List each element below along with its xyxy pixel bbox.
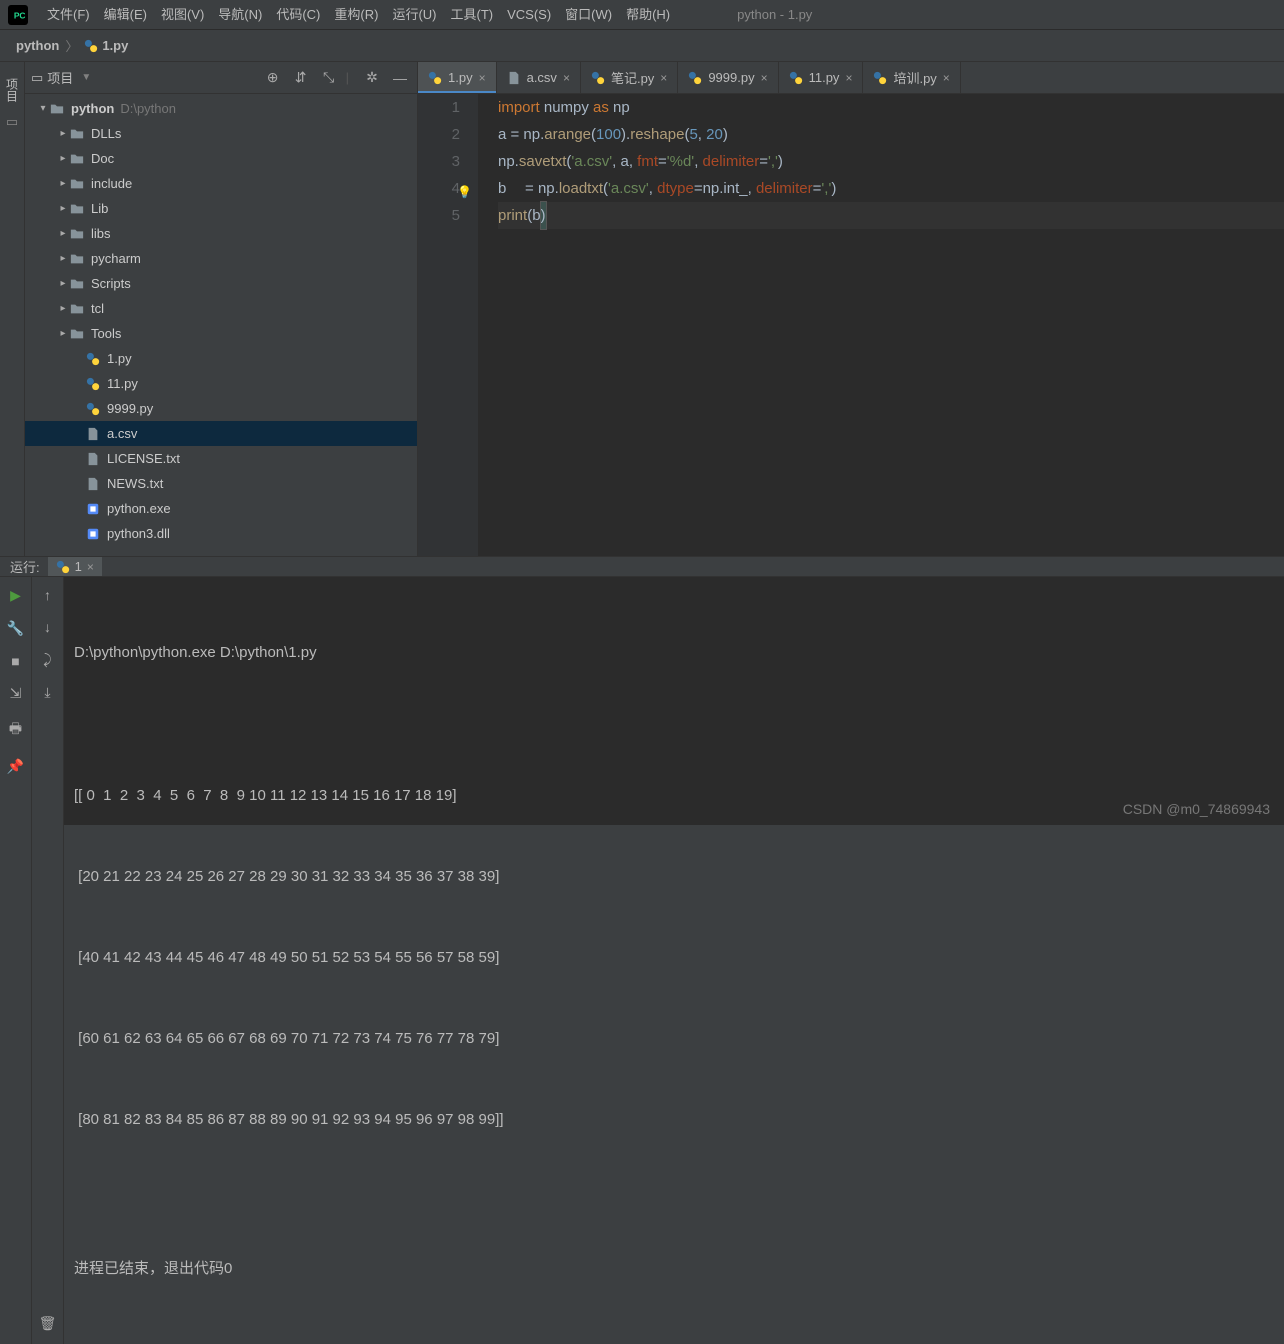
editor-tab[interactable]: 9999.py× bbox=[678, 62, 778, 93]
tree-folder[interactable]: ▸Scripts bbox=[25, 271, 417, 296]
project-panel: ▭ 项目 ▼ ⊕ ⇵ ⤡ | ✲ — ▾ python D:\python ▸D… bbox=[25, 62, 418, 556]
collapse-all-icon[interactable]: ⤡ bbox=[318, 67, 340, 89]
run-title: 运行: bbox=[10, 557, 40, 576]
close-icon[interactable]: × bbox=[761, 71, 768, 85]
editor-tab[interactable]: 11.py× bbox=[779, 62, 864, 93]
run-command: D:\python\python.exe D:\python\1.py bbox=[74, 639, 1274, 666]
tree-file[interactable]: 1.py bbox=[25, 346, 417, 371]
print-icon[interactable]: 🖶 bbox=[9, 718, 22, 742]
breadcrumb-file-label: 1.py bbox=[102, 38, 128, 53]
run-toolbar-left: ▶ 🔧 ■ ⇲ 🖶 📌 bbox=[0, 577, 32, 1344]
tree-file[interactable]: LICENSE.txt bbox=[25, 446, 417, 471]
menu-window[interactable]: 窗口(W) bbox=[558, 0, 619, 30]
left-toolwindow-bar: 项目 ▭ bbox=[0, 62, 25, 556]
rerun-icon[interactable]: ▶ bbox=[10, 587, 21, 604]
editor-tabs: 1.py×a.csv×笔记.py×9999.py×11.py×培训.py× bbox=[418, 62, 1284, 94]
close-icon[interactable]: × bbox=[943, 71, 950, 85]
run-panel-header: 运行: 1 × bbox=[0, 557, 1284, 577]
app-icon: PC bbox=[8, 5, 28, 25]
editor-tab[interactable]: 培训.py× bbox=[863, 62, 960, 93]
tree-file[interactable]: python.exe bbox=[25, 496, 417, 521]
tree-folder[interactable]: ▸tcl bbox=[25, 296, 417, 321]
project-title-icon: ▭ bbox=[31, 70, 43, 86]
tree-folder[interactable]: ▸DLLs bbox=[25, 121, 417, 146]
project-panel-header: ▭ 项目 ▼ ⊕ ⇵ ⤡ | ✲ — bbox=[25, 62, 417, 94]
editor-tab[interactable]: 1.py× bbox=[418, 62, 497, 93]
tree-file[interactable]: python3.dll bbox=[25, 521, 417, 546]
tree-file[interactable]: NEWS.txt bbox=[25, 471, 417, 496]
code-content[interactable]: import numpy as np a = np.arange(100).re… bbox=[478, 94, 1284, 556]
tree-file[interactable]: 9999.py bbox=[25, 396, 417, 421]
menu-file[interactable]: 文件(F) bbox=[40, 0, 97, 30]
tree-root-label: python bbox=[71, 101, 114, 116]
tree-root-path: D:\python bbox=[120, 101, 176, 116]
chevron-right-icon: 〉 bbox=[65, 36, 78, 55]
window-title: python - 1.py bbox=[737, 7, 812, 22]
scroll-end-icon[interactable]: ⤓ bbox=[44, 684, 50, 701]
watermark: CSDN @m0_74869943 bbox=[1123, 801, 1270, 817]
run-exit-msg: 进程已结束，退出代码0 bbox=[74, 1255, 1274, 1282]
code-editor[interactable]: 1 2 3 4💡 5 import numpy as np a = np.ara… bbox=[418, 94, 1284, 556]
tree-file[interactable]: 11.py bbox=[25, 371, 417, 396]
locate-icon[interactable]: ⊕ bbox=[262, 67, 284, 89]
menu-navigate[interactable]: 导航(N) bbox=[211, 0, 269, 30]
tree-folder[interactable]: ▸pycharm bbox=[25, 246, 417, 271]
run-toolbar-right: ↑ ↓ ⤸ ⤓ 🗑 bbox=[32, 577, 64, 1344]
menu-view[interactable]: 视图(V) bbox=[154, 0, 211, 30]
up-arrow-icon[interactable]: ↑ bbox=[44, 587, 51, 603]
editor-tab[interactable]: a.csv× bbox=[497, 62, 581, 93]
close-icon[interactable]: × bbox=[563, 71, 570, 85]
tree-root[interactable]: ▾ python D:\python bbox=[25, 96, 417, 121]
line-number-gutter: 1 2 3 4💡 5 bbox=[418, 94, 478, 556]
trash-icon[interactable]: 🗑 bbox=[39, 1315, 57, 1332]
project-title: 项目 bbox=[47, 68, 73, 87]
breadcrumb-file[interactable]: 1.py bbox=[84, 38, 128, 53]
run-panel: 运行: 1 × ▶ 🔧 ■ ⇲ 🖶 📌 ↑ ↓ ⤸ ⤓ 🗑 D:\python\… bbox=[0, 556, 1284, 825]
menu-vcs[interactable]: VCS(S) bbox=[500, 0, 558, 30]
run-output[interactable]: D:\python\python.exe D:\python\1.py [[ 0… bbox=[64, 577, 1284, 1344]
tree-folder[interactable]: ▸Lib bbox=[25, 196, 417, 221]
svg-text:PC: PC bbox=[13, 10, 25, 20]
close-icon[interactable]: × bbox=[845, 71, 852, 85]
tree-file[interactable]: a.csv bbox=[25, 421, 417, 446]
down-arrow-icon[interactable]: ↓ bbox=[44, 619, 51, 635]
expand-all-icon[interactable]: ⇵ bbox=[290, 67, 312, 89]
chevron-down-icon[interactable]: ▼ bbox=[81, 72, 91, 83]
menu-edit[interactable]: 编辑(E) bbox=[97, 0, 154, 30]
tree-folder[interactable]: ▸include bbox=[25, 171, 417, 196]
breadcrumb-root[interactable]: python bbox=[16, 38, 59, 53]
structure-icon[interactable]: ▭ bbox=[6, 114, 18, 130]
editor-area: 1.py×a.csv×笔记.py×9999.py×11.py×培训.py× 1 … bbox=[418, 62, 1284, 556]
breadcrumb: python 〉 1.py bbox=[0, 30, 1284, 62]
gear-icon[interactable]: ✲ bbox=[361, 67, 383, 89]
close-icon[interactable]: × bbox=[87, 560, 94, 574]
menubar: PC 文件(F) 编辑(E) 视图(V) 导航(N) 代码(C) 重构(R) 运… bbox=[0, 0, 1284, 30]
close-icon[interactable]: × bbox=[479, 71, 486, 85]
soft-wrap-icon[interactable]: ⤸ bbox=[43, 651, 51, 668]
tree-folder[interactable]: ▸Doc bbox=[25, 146, 417, 171]
project-toolwindow-tab[interactable]: 项目 bbox=[2, 72, 23, 108]
menu-help[interactable]: 帮助(H) bbox=[619, 0, 677, 30]
wrench-icon[interactable]: 🔧 bbox=[7, 620, 24, 637]
project-tree[interactable]: ▾ python D:\python ▸DLLs▸Doc▸include▸Lib… bbox=[25, 94, 417, 556]
menu-refactor[interactable]: 重构(R) bbox=[327, 0, 385, 30]
menu-run[interactable]: 运行(U) bbox=[385, 0, 443, 30]
layout-icon[interactable]: ⇲ bbox=[10, 685, 22, 702]
run-config-tab[interactable]: 1 × bbox=[48, 557, 102, 576]
pin-icon[interactable]: 📌 bbox=[7, 758, 24, 775]
hide-icon[interactable]: — bbox=[389, 67, 411, 89]
tree-folder[interactable]: ▸libs bbox=[25, 221, 417, 246]
stop-icon[interactable]: ■ bbox=[11, 653, 19, 669]
menu-tools[interactable]: 工具(T) bbox=[443, 0, 500, 30]
editor-tab[interactable]: 笔记.py× bbox=[581, 62, 678, 93]
tree-folder[interactable]: ▸Tools bbox=[25, 321, 417, 346]
close-icon[interactable]: × bbox=[660, 71, 667, 85]
menu-code[interactable]: 代码(C) bbox=[269, 0, 327, 30]
main-area: 项目 ▭ ▭ 项目 ▼ ⊕ ⇵ ⤡ | ✲ — ▾ python D:\pyth… bbox=[0, 62, 1284, 556]
run-tab-label: 1 bbox=[75, 559, 82, 574]
